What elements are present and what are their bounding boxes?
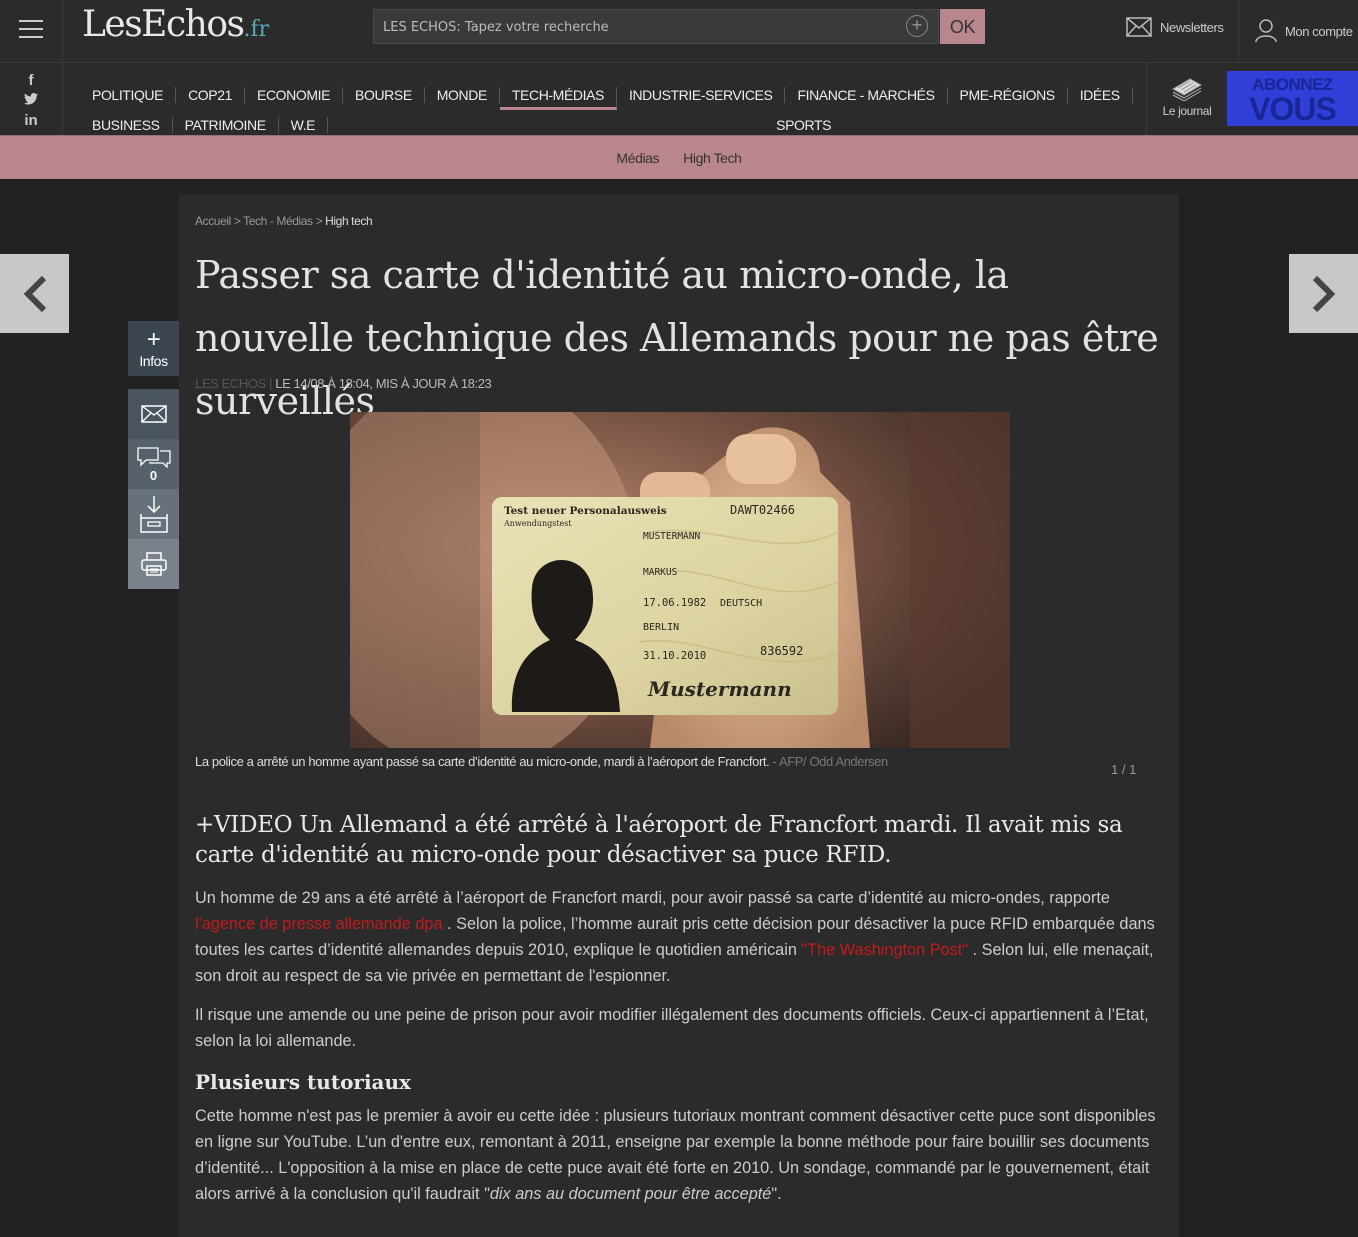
subnav-item-high-tech[interactable]: High Tech xyxy=(683,150,742,166)
dpa-link[interactable]: l'agence de presse allemande dpa xyxy=(195,915,443,933)
download-icon xyxy=(139,496,168,533)
account-label: Mon compte xyxy=(1285,23,1353,39)
top-bar: LesEchos.fr + OK Newsletters Mon compte xyxy=(0,0,1358,63)
sub-nav: Médias High Tech xyxy=(0,135,1358,179)
article-tools: 0 xyxy=(128,389,179,589)
site-logo[interactable]: LesEchos.fr xyxy=(82,4,269,45)
logo-text: LesEchos xyxy=(82,4,245,45)
plus-circle-icon[interactable]: + xyxy=(906,15,928,37)
nav-item-we[interactable]: W.E xyxy=(279,117,329,133)
article-title: Passer sa carte d'identité au micro-onde… xyxy=(195,253,1159,423)
p1-text-a: Un homme de 29 ans a été arrêté à l’aéro… xyxy=(195,889,1110,907)
prev-article-button[interactable] xyxy=(0,254,69,333)
p3-text-b: ". xyxy=(771,1185,782,1203)
nav-item-industrie-services[interactable]: INDUSTRIE-SERVICES xyxy=(617,87,786,103)
article-photo[interactable]: Test neuer Personalausweis Anwendungstes… xyxy=(350,412,1010,748)
card-nationality: DEUTSCH xyxy=(720,598,762,609)
subheading: Plusieurs tutoriaux xyxy=(195,1070,411,1094)
caption-text: La police a arrêté un homme ayant passé … xyxy=(195,754,770,769)
card-code: 836592 xyxy=(760,644,803,658)
card-expiry: 31.10.2010 xyxy=(643,650,706,662)
article-date: LE 14/08 À 18:04, MIS À JOUR À 18:23 xyxy=(275,376,492,391)
breadcrumb-section[interactable]: Tech - Médias xyxy=(243,214,313,228)
newsletters-label: Newsletters xyxy=(1160,19,1224,35)
comment-icon xyxy=(136,446,171,468)
card-given-name: MARKUS xyxy=(643,567,678,578)
chevron-right-icon xyxy=(1312,275,1335,312)
nav-item-bourse[interactable]: BOURSE xyxy=(343,87,425,103)
subscribe-line2: VOUS xyxy=(1249,91,1337,127)
twitter-icon[interactable] xyxy=(0,91,62,111)
search-box: + xyxy=(373,9,939,45)
nav-item-finance-marches[interactable]: FINANCE - MARCHÉS xyxy=(785,87,948,103)
infos-label: Infos xyxy=(139,353,168,369)
nav-item-business[interactable]: BUSINESS xyxy=(80,117,173,133)
user-icon xyxy=(1255,19,1277,43)
card-surname: MUSTERMANN xyxy=(643,531,700,542)
nav-links: POLITIQUE COP21 ECONOMIE BOURSE MONDE TE… xyxy=(80,87,1140,140)
newsletters-link[interactable]: Newsletters xyxy=(1126,17,1224,37)
card-birthplace: BERLIN xyxy=(643,622,679,633)
nav-item-patrimoine[interactable]: PATRIMOINE xyxy=(173,117,279,133)
photo-credit: - AFP/ Odd Andersen xyxy=(772,754,889,769)
envelope-icon xyxy=(140,405,167,423)
next-article-button[interactable] xyxy=(1289,254,1358,333)
photo-caption: La police a arrêté un homme ayant passé … xyxy=(195,754,888,769)
paragraph-1: Un homme de 29 ans a été arrêté à l’aéro… xyxy=(195,885,1170,989)
menu-icon[interactable] xyxy=(0,0,63,62)
main-nav: f in POLITIQUE COP21 ECONOMIE BOURSE MON… xyxy=(0,63,1358,135)
subscribe-banner[interactable]: ABONNEZ VOUS xyxy=(1227,71,1358,126)
facebook-icon[interactable]: f xyxy=(0,71,62,91)
p3-quote: dix ans au document pour être accepté xyxy=(489,1185,772,1203)
nav-item-monde[interactable]: MONDE xyxy=(425,87,500,103)
newspaper-icon xyxy=(1171,78,1203,102)
photo-counter: 1 / 1 xyxy=(1111,762,1137,777)
nav-item-cop21[interactable]: COP21 xyxy=(176,87,246,103)
account-link[interactable]: Mon compte xyxy=(1238,0,1353,62)
envelope-icon xyxy=(1126,17,1152,37)
nav-item-economie[interactable]: ECONOMIE xyxy=(245,87,344,103)
search-ok-button[interactable]: OK xyxy=(940,9,985,44)
paragraph-3: Cette homme n'est pas le premier à avoir… xyxy=(195,1103,1170,1207)
card-signature: Mustermann xyxy=(647,677,792,701)
logo-suffix: .fr xyxy=(243,17,270,42)
nav-item-idees[interactable]: IDÉES xyxy=(1068,87,1133,103)
article-meta: LES ECHOS | LE 14/08 À 18:04, MIS À JOUR… xyxy=(195,376,492,391)
article-lead: +VIDEO Un Allemand a été arrêté à l'aéro… xyxy=(195,812,1123,868)
print-button[interactable] xyxy=(128,539,179,589)
card-birthdate: 17.06.1982 xyxy=(643,597,706,609)
download-button[interactable] xyxy=(128,489,179,539)
email-share-button[interactable] xyxy=(128,389,179,439)
chevron-left-icon xyxy=(23,275,46,312)
article-source: LES ECHOS xyxy=(195,376,266,391)
nav-item-sports[interactable]: SPORTS xyxy=(764,117,843,133)
comments-count: 0 xyxy=(149,467,158,483)
subnav-item-medias[interactable]: Médias xyxy=(616,150,659,166)
paragraph-2: Il risque une amende ou une peine de pri… xyxy=(195,1006,1149,1050)
plus-icon: + xyxy=(146,326,161,353)
nav-item-tech-medias[interactable]: TECH-MÉDIAS xyxy=(499,87,617,110)
search-input[interactable] xyxy=(374,10,905,45)
social-links: f in xyxy=(0,63,63,135)
nav-item-pme-regions[interactable]: PME-RÉGIONS xyxy=(948,87,1068,103)
linkedin-icon[interactable]: in xyxy=(0,111,62,131)
article-container: Accueil > Tech - Médias > High tech Pass… xyxy=(179,194,1179,1237)
card-subtitle: Anwendungstest xyxy=(503,519,572,528)
nav-item-politique[interactable]: POLITIQUE xyxy=(80,87,177,103)
card-title: Test neuer Personalausweis xyxy=(504,505,667,517)
washington-post-link[interactable]: "The Washington Post" xyxy=(801,941,968,959)
breadcrumb: Accueil > Tech - Médias > High tech xyxy=(195,214,373,228)
print-icon xyxy=(140,552,167,576)
infos-button[interactable]: + Infos xyxy=(128,321,179,376)
le-journal-link[interactable]: Le journal xyxy=(1146,63,1227,135)
breadcrumb-home[interactable]: Accueil xyxy=(195,214,231,228)
comments-button[interactable]: 0 xyxy=(128,439,179,489)
card-number: DAWT02466 xyxy=(730,503,795,517)
breadcrumb-current[interactable]: High tech xyxy=(325,214,373,228)
le-journal-label: Le journal xyxy=(1162,104,1212,118)
